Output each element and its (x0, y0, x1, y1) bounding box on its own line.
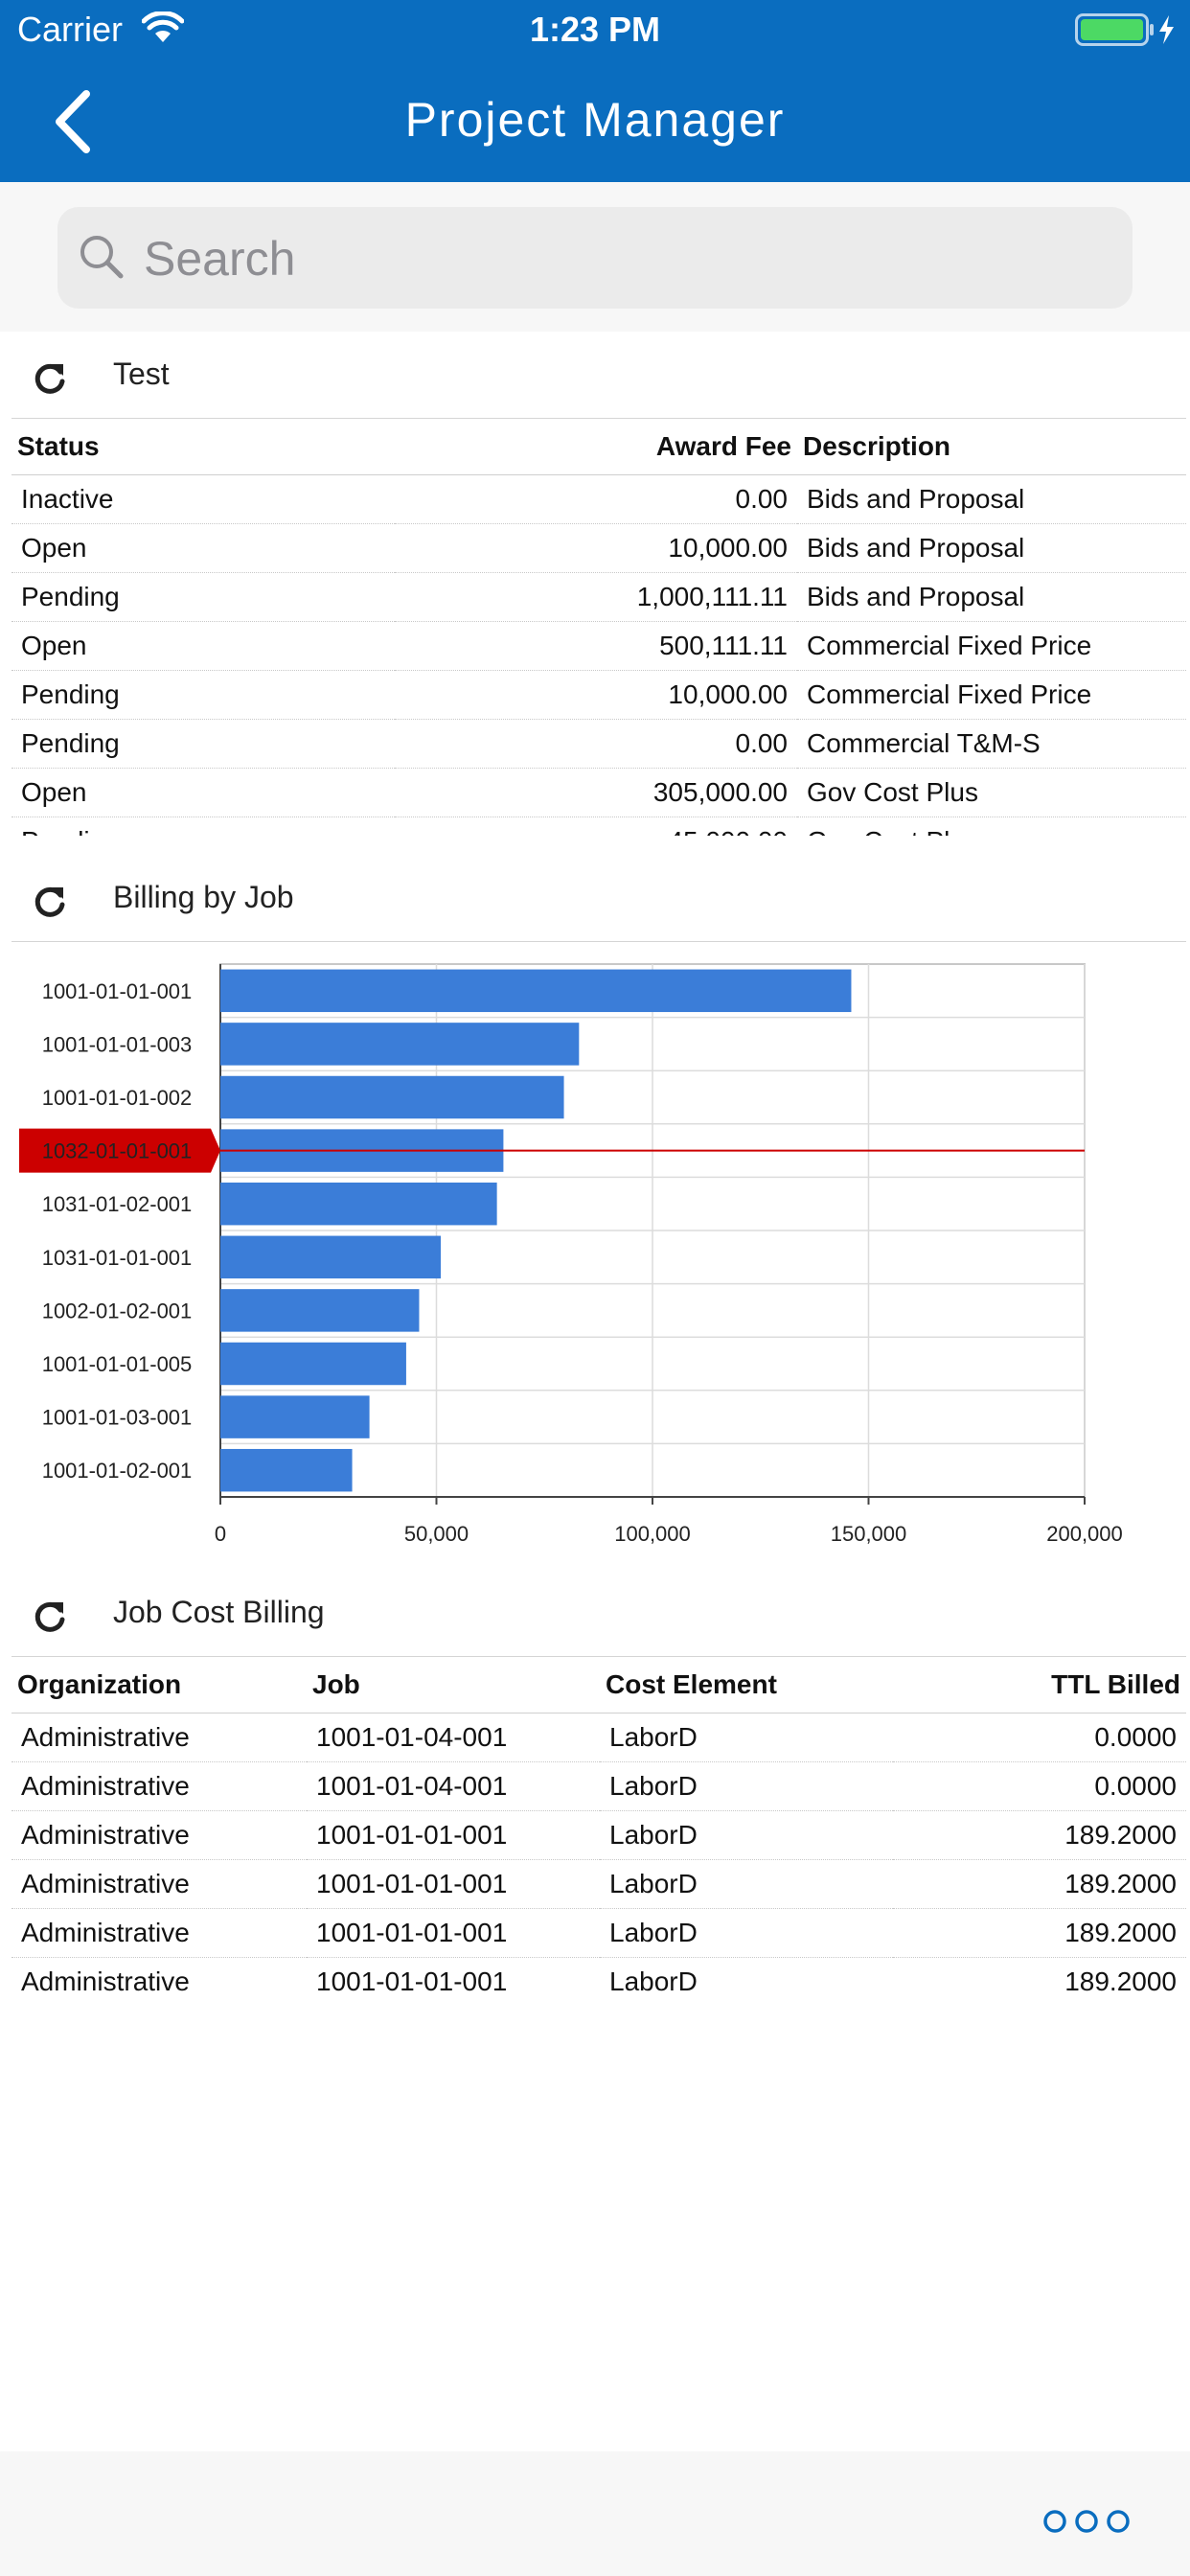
billing-section-header: Billing by Job (0, 861, 1190, 947)
chart-bar[interactable] (220, 1182, 497, 1226)
battery-charging-icon (1075, 13, 1174, 46)
app-header: Carrier 1:23 PM Project Manager (0, 0, 1190, 182)
chart-bar[interactable] (220, 1448, 353, 1492)
search-input[interactable] (142, 224, 1104, 293)
table-row[interactable]: Open 10,000.00 Bids and Proposal (11, 523, 1186, 573)
table-row[interactable]: Administrative 1001-01-01-001 LaborD 189.20… (11, 1859, 1186, 1909)
chart-bar[interactable] (220, 1023, 580, 1066)
job-cost-section-header: Job Cost Billing (0, 1576, 1190, 1662)
table-row[interactable]: Pending 10,000.00 Commercial Fixed Price (11, 670, 1186, 720)
chart-bar[interactable] (220, 1075, 564, 1119)
status-bar: Carrier 1:23 PM (0, 0, 1190, 59)
table-row[interactable]: Administrative 1001-01-01-001 LaborD 189.20… (11, 1908, 1186, 1958)
table-row[interactable]: Pending45,000.00Gov Cost Plus (11, 816, 1186, 836)
table-row[interactable]: Pending 1,000,111.11 Bids and Proposal (11, 572, 1186, 622)
column-header-award-fee[interactable]: Award Fee (395, 418, 797, 475)
y-tick-label: 1001-01-01-001 (42, 979, 193, 1003)
chart-bar[interactable] (220, 969, 852, 1013)
table-row[interactable]: Pending 0.00 Commercial T&M-S (11, 719, 1186, 769)
y-tick-label: 1001-01-02-001 (42, 1459, 193, 1483)
x-tick-label: 50,000 (404, 1522, 469, 1546)
x-tick-label: 100,000 (614, 1522, 691, 1546)
search-field[interactable] (57, 207, 1133, 309)
table-row[interactable]: Open 500,111.11 Commercial Fixed Price (11, 621, 1186, 671)
y-tick-label: 1001-01-01-005 (42, 1352, 193, 1376)
y-tick-label: 1031-01-01-001 (42, 1246, 193, 1270)
test-table: Status Award Fee Description Inactive 0.0… (11, 418, 1186, 836)
table-row[interactable]: Administrative 1001-01-01-001 LaborD 189.20… (11, 1810, 1186, 1860)
x-tick-label: 0 (215, 1522, 226, 1546)
section-title: Test (113, 356, 170, 391)
column-header-job[interactable]: Job (307, 1656, 600, 1714)
test-section-header: Test (0, 337, 1190, 424)
chart-bar[interactable] (220, 1342, 406, 1386)
refresh-icon[interactable] (31, 884, 69, 922)
chart-bar[interactable] (220, 1289, 420, 1332)
search-icon (80, 236, 124, 279)
y-tick-label: 1001-01-01-002 (42, 1086, 193, 1110)
bottom-toolbar (0, 2451, 1190, 2576)
search-bar (0, 182, 1190, 332)
y-tick-label: 1001-01-01-003 (42, 1032, 193, 1056)
chart-bar[interactable] (220, 1395, 370, 1438)
y-tick-label: 1031-01-02-001 (42, 1192, 193, 1216)
column-header-ttl-billed[interactable]: TTL Billed (893, 1656, 1186, 1714)
clock: 1:23 PM (529, 10, 661, 49)
table-row[interactable]: Administrative 1001-01-04-001 LaborD 0.0000 (11, 1713, 1186, 1762)
table-row[interactable]: Administrative 1001-01-04-001 LaborD 0.0000 (11, 1761, 1186, 1811)
column-header-cost-element[interactable]: Cost Element (600, 1656, 893, 1714)
refresh-icon[interactable] (31, 1598, 69, 1637)
y-tick-label: 1032-01-01-001 (42, 1139, 193, 1163)
job-cost-table: Organization Job Cost Element TTL Billed… (11, 1656, 1186, 2001)
chart-bar[interactable] (220, 1235, 442, 1279)
billing-bar-chart[interactable]: 1001-01-01-001 1001-01-01-003 1001-01-01-0… (0, 939, 1190, 1552)
column-header-description[interactable]: Description (797, 418, 1186, 475)
y-tick-label: 1002-01-02-001 (42, 1299, 193, 1322)
more-options-icon[interactable] (1041, 2507, 1133, 2536)
table-row[interactable]: Open 305,000.00 Gov Cost Plus (11, 768, 1186, 817)
refresh-icon[interactable] (31, 360, 69, 399)
section-title: Billing by Job (113, 880, 294, 914)
x-tick-label: 150,000 (831, 1522, 907, 1546)
section-title: Job Cost Billing (113, 1595, 325, 1629)
column-header-status[interactable]: Status (11, 418, 395, 475)
table-row[interactable]: Inactive 0.00 Bids and Proposal (11, 474, 1186, 524)
y-tick-label: 1001-01-03-001 (42, 1406, 193, 1430)
table-row[interactable]: Administrative 1001-01-01-001 LaborD 189.20… (11, 1957, 1186, 2001)
page-title: Project Manager (404, 93, 786, 147)
column-header-organization[interactable]: Organization (11, 1656, 307, 1714)
x-tick-label: 200,000 (1046, 1522, 1123, 1546)
